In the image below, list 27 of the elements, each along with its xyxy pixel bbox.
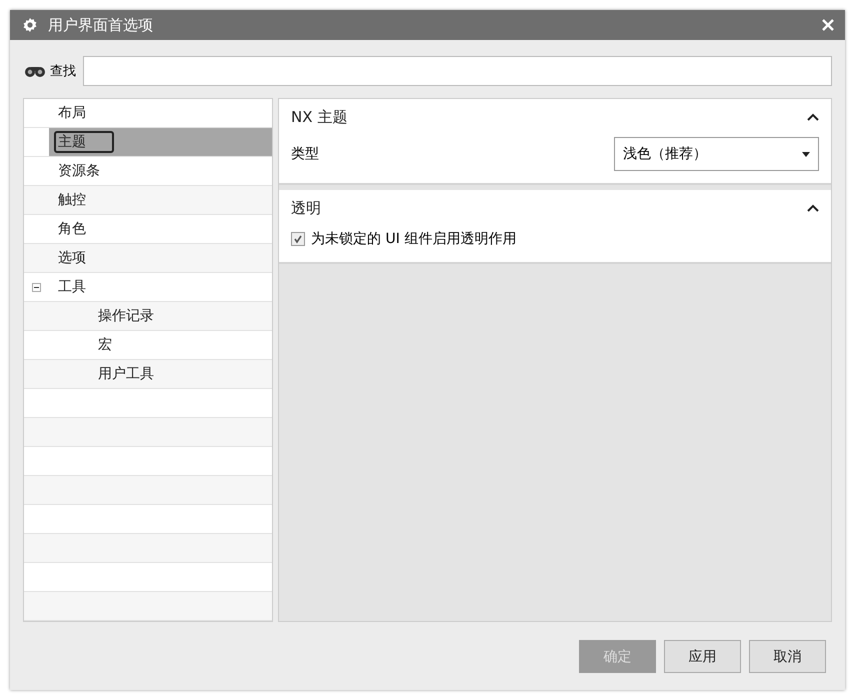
field-label: 类型	[291, 145, 319, 163]
close-icon[interactable]	[821, 18, 835, 32]
search-field[interactable]	[83, 56, 832, 86]
tree-item[interactable]: 角色	[54, 218, 90, 240]
tree-item[interactable]: 布局	[54, 102, 90, 124]
caret-icon	[802, 152, 810, 156]
chevron-up-icon[interactable]	[807, 204, 819, 212]
section-title: 透明	[291, 198, 321, 218]
tree-item[interactable]: 触控	[54, 189, 90, 211]
window-title: 用户界面首选项	[48, 16, 154, 34]
chevron-up-icon[interactable]	[807, 113, 819, 121]
dialog-button[interactable]: 应用	[664, 640, 741, 673]
section-title: NX 主题	[291, 108, 348, 126]
checkbox[interactable]	[291, 232, 305, 246]
tree-item[interactable]: 操作记录	[94, 305, 158, 327]
tree-item[interactable]: 用户工具	[94, 363, 158, 385]
tree-item[interactable]: 主题	[54, 131, 114, 153]
tree-item[interactable]: 宏	[94, 334, 116, 356]
search-label: 查找	[50, 63, 76, 80]
tree-item[interactable]: 选项	[54, 247, 90, 269]
collapse-icon[interactable]	[32, 282, 41, 292]
tree-item[interactable]: 资源条	[54, 160, 104, 182]
type-dropdown[interactable]: 浅色（推荐）	[614, 137, 819, 171]
gear-icon	[22, 17, 38, 33]
tree-item[interactable]: 工具	[54, 276, 90, 298]
checkbox-label: 为未锁定的 UI 组件启用透明作用	[311, 230, 516, 248]
dialog-button[interactable]: 取消	[749, 640, 826, 673]
